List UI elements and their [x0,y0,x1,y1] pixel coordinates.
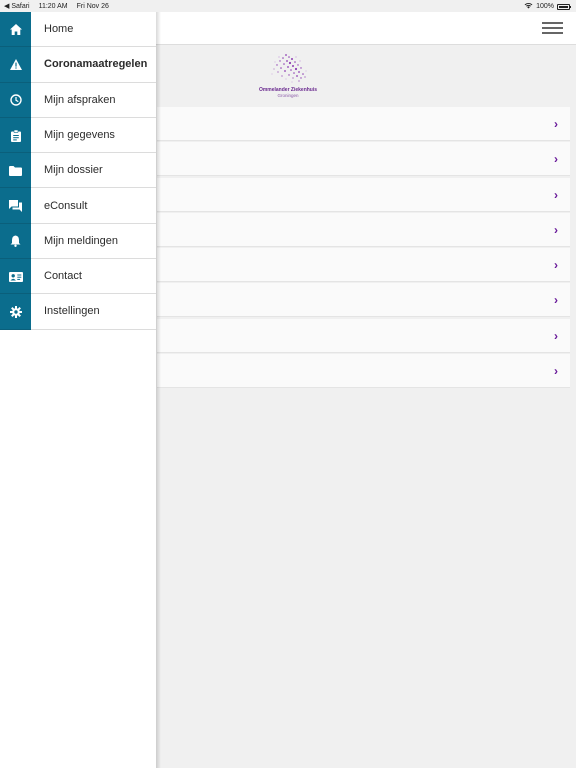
list-item[interactable]: › [157,283,570,318]
menu-item-mijn-dossier[interactable]: Mijn dossier [0,153,156,189]
hospital-logo: Ommelander Ziekenhuis Groningen [250,52,326,104]
content-list: › › › › › › › › [157,107,570,389]
list-item[interactable]: › [157,107,570,141]
menu-item-label: Mijn afspraken [44,93,116,106]
menu-item-home[interactable]: Home [0,12,156,48]
list-item[interactable]: › [157,177,570,212]
chevron-right-icon: › [554,117,558,131]
hamburger-menu-icon[interactable] [542,19,563,37]
menu-item-instellingen[interactable]: Instellingen [0,294,156,330]
list-item[interactable]: › [157,212,570,247]
chevron-right-icon: › [554,364,558,379]
contact-card-icon [0,259,31,294]
menu-item-contact[interactable]: Contact [0,259,156,295]
wifi-icon [524,2,533,11]
side-menu: Home Coronamaatregelen Mijn afspraken Mijn … [0,12,156,768]
menu-item-mijn-meldingen[interactable]: Mijn meldingen [0,224,156,260]
status-bar: ◀ Safari 11:20 AM Fri Nov 26 100% [0,0,576,12]
menu-icon-divider [0,328,31,330]
bell-icon [0,224,31,259]
logo-city: Groningen [277,93,299,98]
status-date: Fri Nov 26 [76,3,109,10]
battery-percent: 100% [536,3,554,10]
list-item[interactable]: › [157,354,570,389]
menu-item-mijn-gegevens[interactable]: Mijn gegevens [0,118,156,154]
clock-icon [0,83,31,118]
warning-icon [0,47,31,82]
battery-fill [559,5,568,8]
status-time: 11:20 AM [38,3,68,10]
chevron-right-icon: › [554,222,558,237]
menu-item-coronamaatregelen[interactable]: Coronamaatregelen [0,47,156,83]
menu-item-label: eConsult [44,199,88,212]
chevron-right-icon: › [554,328,558,343]
chevron-right-icon: › [554,293,558,308]
chevron-right-icon: › [554,187,558,202]
logo-mark-icon [271,54,307,83]
gear-icon [0,294,31,329]
menu-item-label: Coronamaatregelen [44,58,148,71]
back-to-safari[interactable]: ◀ Safari [4,3,30,10]
menu-item-label: Home [44,23,74,35]
menu-item-label: Mijn gegevens [44,128,115,141]
battery-icon [557,3,571,10]
clipboard-icon [0,118,31,153]
home-icon [0,12,31,47]
list-item[interactable]: › [157,318,570,353]
chevron-right-icon: › [554,258,558,273]
chat-icon [0,189,31,224]
chevron-right-icon: › [554,152,558,167]
menu-item-label: Mijn meldingen [44,234,118,247]
menu-item-label: Contact [44,270,82,283]
folder-icon [0,153,31,188]
menu-item-label: Instellingen [44,305,100,318]
menu-item-label: Mijn dossier [44,164,103,177]
list-item[interactable]: › [157,248,570,283]
menu-item-mijn-afspraken[interactable]: Mijn afspraken [0,83,156,118]
menu-item-econsult[interactable]: eConsult [0,189,156,224]
list-item[interactable]: › [157,142,570,177]
menu-divider [31,328,156,330]
